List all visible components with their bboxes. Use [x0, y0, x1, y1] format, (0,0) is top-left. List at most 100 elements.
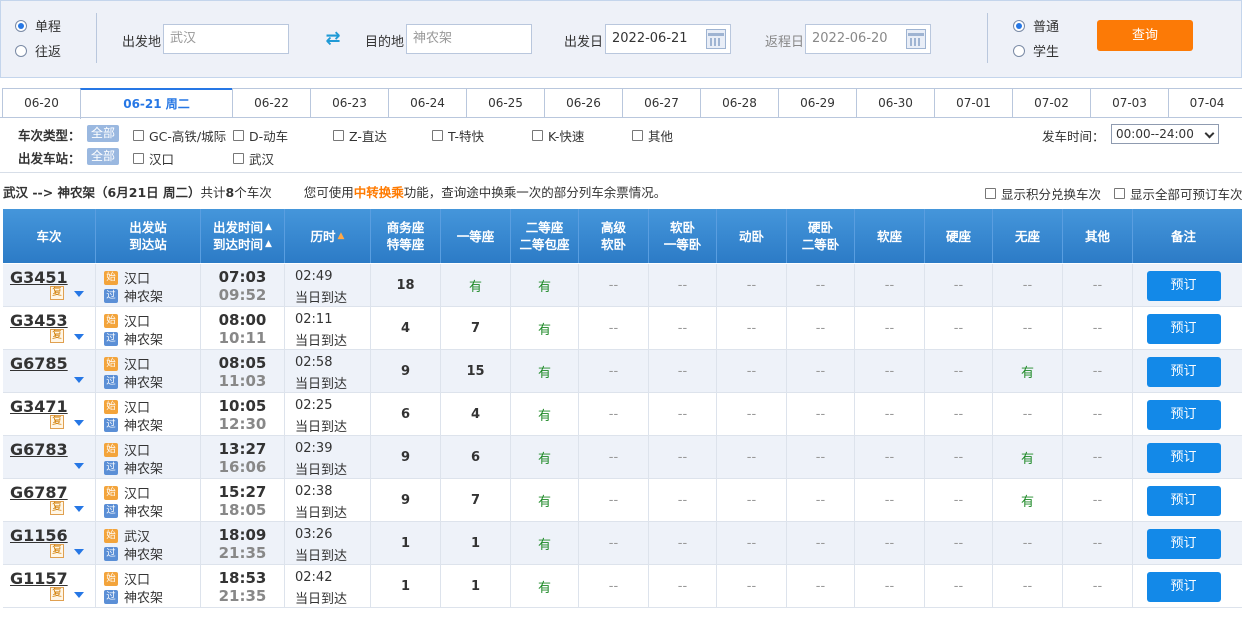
sort-icon[interactable]: ▲	[338, 228, 345, 245]
date-tab[interactable]: 06-30	[856, 88, 934, 118]
seat-cell[interactable]: 4	[441, 393, 511, 436]
date-tab[interactable]: 06-20	[2, 88, 80, 118]
seat-cell[interactable]: --	[1063, 479, 1133, 522]
seat-cell[interactable]: --	[579, 522, 649, 565]
seat-cell[interactable]: --	[649, 436, 717, 479]
seat-cell[interactable]: --	[649, 393, 717, 436]
seat-cell[interactable]: 有	[993, 350, 1063, 393]
seat-cell[interactable]: --	[925, 436, 993, 479]
train-number-link[interactable]: G3471	[10, 397, 68, 416]
trip-one-way-radio[interactable]: 单程	[15, 16, 61, 35]
date-tab[interactable]: 06-25	[466, 88, 544, 118]
seat-cell[interactable]: --	[579, 350, 649, 393]
train-number-link[interactable]: G3453	[10, 311, 68, 330]
seat-cell[interactable]: --	[649, 350, 717, 393]
seat-cell[interactable]: 9	[371, 479, 441, 522]
column-header[interactable]: 历时 ▲	[285, 209, 371, 263]
seat-cell[interactable]: 有	[511, 307, 579, 350]
seat-cell[interactable]: 有	[511, 479, 579, 522]
seat-cell[interactable]: --	[855, 264, 925, 307]
date-tab[interactable]: 06-26	[544, 88, 622, 118]
seat-cell[interactable]: 有	[511, 436, 579, 479]
filters-types-checkbox[interactable]: GC-高铁/城际	[133, 126, 226, 145]
seat-cell[interactable]: --	[787, 307, 855, 350]
seat-cell[interactable]: --	[579, 264, 649, 307]
seat-cell[interactable]: --	[1063, 436, 1133, 479]
seat-cell[interactable]: 有	[511, 350, 579, 393]
show-points-checkbox[interactable]: 显示积分兑换车次	[985, 184, 1101, 203]
column-header[interactable]: 出发时间 ▲ 到达时间 ▲	[201, 209, 285, 263]
seat-cell[interactable]: --	[717, 350, 787, 393]
seat-cell[interactable]: --	[855, 393, 925, 436]
seat-cell[interactable]: 9	[371, 350, 441, 393]
train-number-link[interactable]: G6787	[10, 483, 68, 502]
passenger-student-radio[interactable]: 学生	[1013, 41, 1059, 60]
seat-cell[interactable]: 9	[371, 436, 441, 479]
sort-icon[interactable]: ▲	[265, 236, 272, 253]
book-button[interactable]: 预订	[1146, 270, 1221, 301]
seat-cell[interactable]: --	[855, 350, 925, 393]
seat-cell[interactable]: 4	[371, 307, 441, 350]
seat-cell[interactable]: --	[717, 264, 787, 307]
book-button[interactable]: 预订	[1146, 399, 1221, 430]
seat-cell[interactable]: --	[1063, 393, 1133, 436]
show-all-checkbox[interactable]: 显示全部可预订车次	[1114, 184, 1242, 203]
seat-cell[interactable]: --	[993, 393, 1063, 436]
seat-cell[interactable]: --	[717, 479, 787, 522]
seat-cell[interactable]: --	[993, 522, 1063, 565]
seat-cell[interactable]: --	[925, 393, 993, 436]
seat-cell[interactable]: --	[717, 565, 787, 608]
calendar-icon[interactable]	[706, 29, 726, 49]
book-button[interactable]: 预订	[1146, 528, 1221, 559]
filters-types-checkbox[interactable]: T-特快	[432, 126, 484, 145]
calendar-icon[interactable]	[906, 29, 926, 49]
book-button[interactable]: 预订	[1146, 442, 1221, 473]
date-tab[interactable]: 07-01	[934, 88, 1012, 118]
seat-cell[interactable]: --	[649, 565, 717, 608]
train-number-link[interactable]: G3451	[10, 268, 68, 287]
seat-cell[interactable]: --	[787, 479, 855, 522]
date-tab[interactable]: 06-27	[622, 88, 700, 118]
filters-stations-checkbox[interactable]: 汉口	[133, 149, 174, 168]
expand-chevron-icon[interactable]	[74, 334, 84, 340]
expand-chevron-icon[interactable]	[74, 463, 84, 469]
seat-cell[interactable]: --	[855, 436, 925, 479]
seat-cell[interactable]: 1	[371, 565, 441, 608]
train-number-link[interactable]: G6785	[10, 354, 68, 373]
seat-cell[interactable]: --	[649, 307, 717, 350]
seat-cell[interactable]: --	[1063, 350, 1133, 393]
seat-cell[interactable]: --	[925, 479, 993, 522]
seat-cell[interactable]: --	[717, 436, 787, 479]
seat-cell[interactable]: --	[855, 307, 925, 350]
seat-cell[interactable]: 6	[371, 393, 441, 436]
date-tab[interactable]: 06-21 周二	[80, 88, 232, 119]
seat-cell[interactable]: --	[1063, 565, 1133, 608]
date-tab[interactable]: 06-23	[310, 88, 388, 118]
seat-cell[interactable]: 15	[441, 350, 511, 393]
seat-cell[interactable]: --	[1063, 307, 1133, 350]
seat-cell[interactable]: --	[787, 393, 855, 436]
query-button[interactable]: 查询	[1097, 20, 1193, 51]
date-tab[interactable]: 06-28	[700, 88, 778, 118]
seat-cell[interactable]: --	[1063, 522, 1133, 565]
passenger-normal-radio[interactable]: 普通	[1013, 16, 1059, 35]
seat-cell[interactable]: --	[787, 565, 855, 608]
seat-cell[interactable]: 有	[993, 479, 1063, 522]
seat-cell[interactable]: 1	[441, 522, 511, 565]
expand-chevron-icon[interactable]	[74, 291, 84, 297]
seat-cell[interactable]: --	[925, 522, 993, 565]
book-button[interactable]: 预订	[1146, 313, 1221, 344]
seat-cell[interactable]: --	[855, 479, 925, 522]
sort-icon[interactable]: ▲	[265, 219, 272, 236]
depart-date-input[interactable]: 2022-06-21	[605, 24, 731, 54]
to-input[interactable]: 神农架	[406, 24, 532, 54]
seat-cell[interactable]: 有	[993, 436, 1063, 479]
date-tab[interactable]: 07-02	[1012, 88, 1090, 118]
seat-cell[interactable]: --	[649, 522, 717, 565]
seat-cell[interactable]: 有	[441, 264, 511, 307]
seat-cell[interactable]: --	[855, 565, 925, 608]
return-date-input[interactable]: 2022-06-20	[805, 24, 931, 54]
seat-cell[interactable]: --	[993, 264, 1063, 307]
seat-cell[interactable]: 6	[441, 436, 511, 479]
book-button[interactable]: 预订	[1146, 485, 1221, 516]
